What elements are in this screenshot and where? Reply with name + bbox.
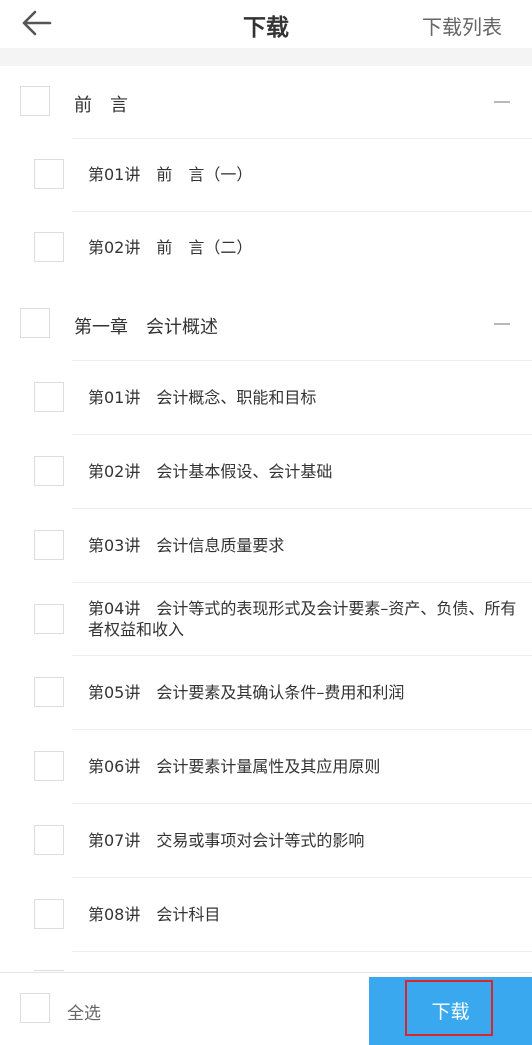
chapter-label: 前 言 <box>74 95 128 116</box>
footer-bar: 全选 下载 <box>0 972 532 1045</box>
lecture-item[interactable]: 第07讲 交易或事项对会计等式的影响 <box>0 803 532 877</box>
header-bar: 下载 下载列表 <box>0 0 532 48</box>
lecture-checkbox[interactable] <box>34 530 64 560</box>
lecture-label: 第05讲 会计要素及其确认条件–费用和利润 <box>88 683 405 702</box>
lecture-checkbox[interactable] <box>34 382 64 412</box>
lecture-item[interactable]: 第04讲 会计等式的表现形式及会计要素–资产、负债、所有者权益和收入 <box>0 582 532 655</box>
lecture-item[interactable]: 第03讲 会计信息质量要求 <box>0 508 532 582</box>
lecture-label: 第08讲 会计科目 <box>88 905 221 924</box>
minus-icon <box>494 323 510 325</box>
lecture-checkbox[interactable] <box>34 677 64 707</box>
lecture-item[interactable]: 第06讲 会计要素计量属性及其应用原则 <box>0 729 532 803</box>
select-all-checkbox[interactable] <box>20 993 50 1023</box>
chapter-checkbox[interactable] <box>20 86 50 116</box>
lecture-item[interactable]: 第02讲 会计基本假设、会计基础 <box>0 434 532 508</box>
lecture-checkbox[interactable] <box>34 456 64 486</box>
lecture-item[interactable]: 第02讲 前 言（二） <box>0 211 532 284</box>
lecture-item[interactable]: 第05讲 会计要素及其确认条件–费用和利润 <box>0 655 532 729</box>
arrow-left-icon <box>22 10 52 36</box>
select-all-label[interactable]: 全选 <box>67 999 101 1024</box>
chapter-label: 第一章 会计概述 <box>74 317 218 338</box>
lecture-label: 第06讲 会计要素计量属性及其应用原则 <box>88 757 381 776</box>
lecture-item[interactable]: 第08讲 会计科目 <box>0 877 532 951</box>
lecture-checkbox[interactable] <box>34 970 64 971</box>
lecture-label: 第07讲 交易或事项对会计等式的影响 <box>88 831 365 850</box>
lecture-checkbox[interactable] <box>34 899 64 929</box>
lecture-checkbox[interactable] <box>34 751 64 781</box>
lecture-label: 第02讲 前 言（二） <box>88 238 253 257</box>
collapse-button[interactable] <box>492 92 512 112</box>
download-button[interactable]: 下载 <box>369 977 532 1045</box>
download-button-label: 下载 <box>431 1001 470 1023</box>
download-list-link[interactable]: 下载列表 <box>422 11 502 40</box>
lecture-list[interactable]: 前 言 第01讲 前 言（一） 第02讲 前 言（二） 第一章 会计概述 第01… <box>0 66 532 971</box>
lecture-checkbox[interactable] <box>34 159 64 189</box>
header-divider <box>0 48 532 66</box>
chapter-item-overview[interactable]: 第一章 会计概述 <box>0 288 532 360</box>
lecture-label: 第03讲 会计信息质量要求 <box>88 536 285 555</box>
back-button[interactable] <box>20 6 54 40</box>
chapter-checkbox[interactable] <box>20 308 50 338</box>
lecture-label: 第04讲 会计等式的表现形式及会计要素–资产、负债、所有者权益和收入 <box>88 599 517 639</box>
lecture-label: 第01讲 前 言（一） <box>88 165 253 184</box>
chapter-item-preface[interactable]: 前 言 <box>0 66 532 138</box>
lecture-item-partial[interactable] <box>0 952 532 971</box>
lecture-checkbox[interactable] <box>34 604 64 634</box>
lecture-label: 第02讲 会计基本假设、会计基础 <box>88 462 333 481</box>
lecture-item[interactable]: 第01讲 前 言（一） <box>0 138 532 211</box>
lecture-label: 第01讲 会计概念、职能和目标 <box>88 388 317 407</box>
minus-icon <box>494 101 510 103</box>
lecture-item[interactable]: 第01讲 会计概念、职能和目标 <box>0 360 532 434</box>
lecture-checkbox[interactable] <box>34 232 64 262</box>
collapse-button[interactable] <box>492 314 512 334</box>
lecture-checkbox[interactable] <box>34 825 64 855</box>
